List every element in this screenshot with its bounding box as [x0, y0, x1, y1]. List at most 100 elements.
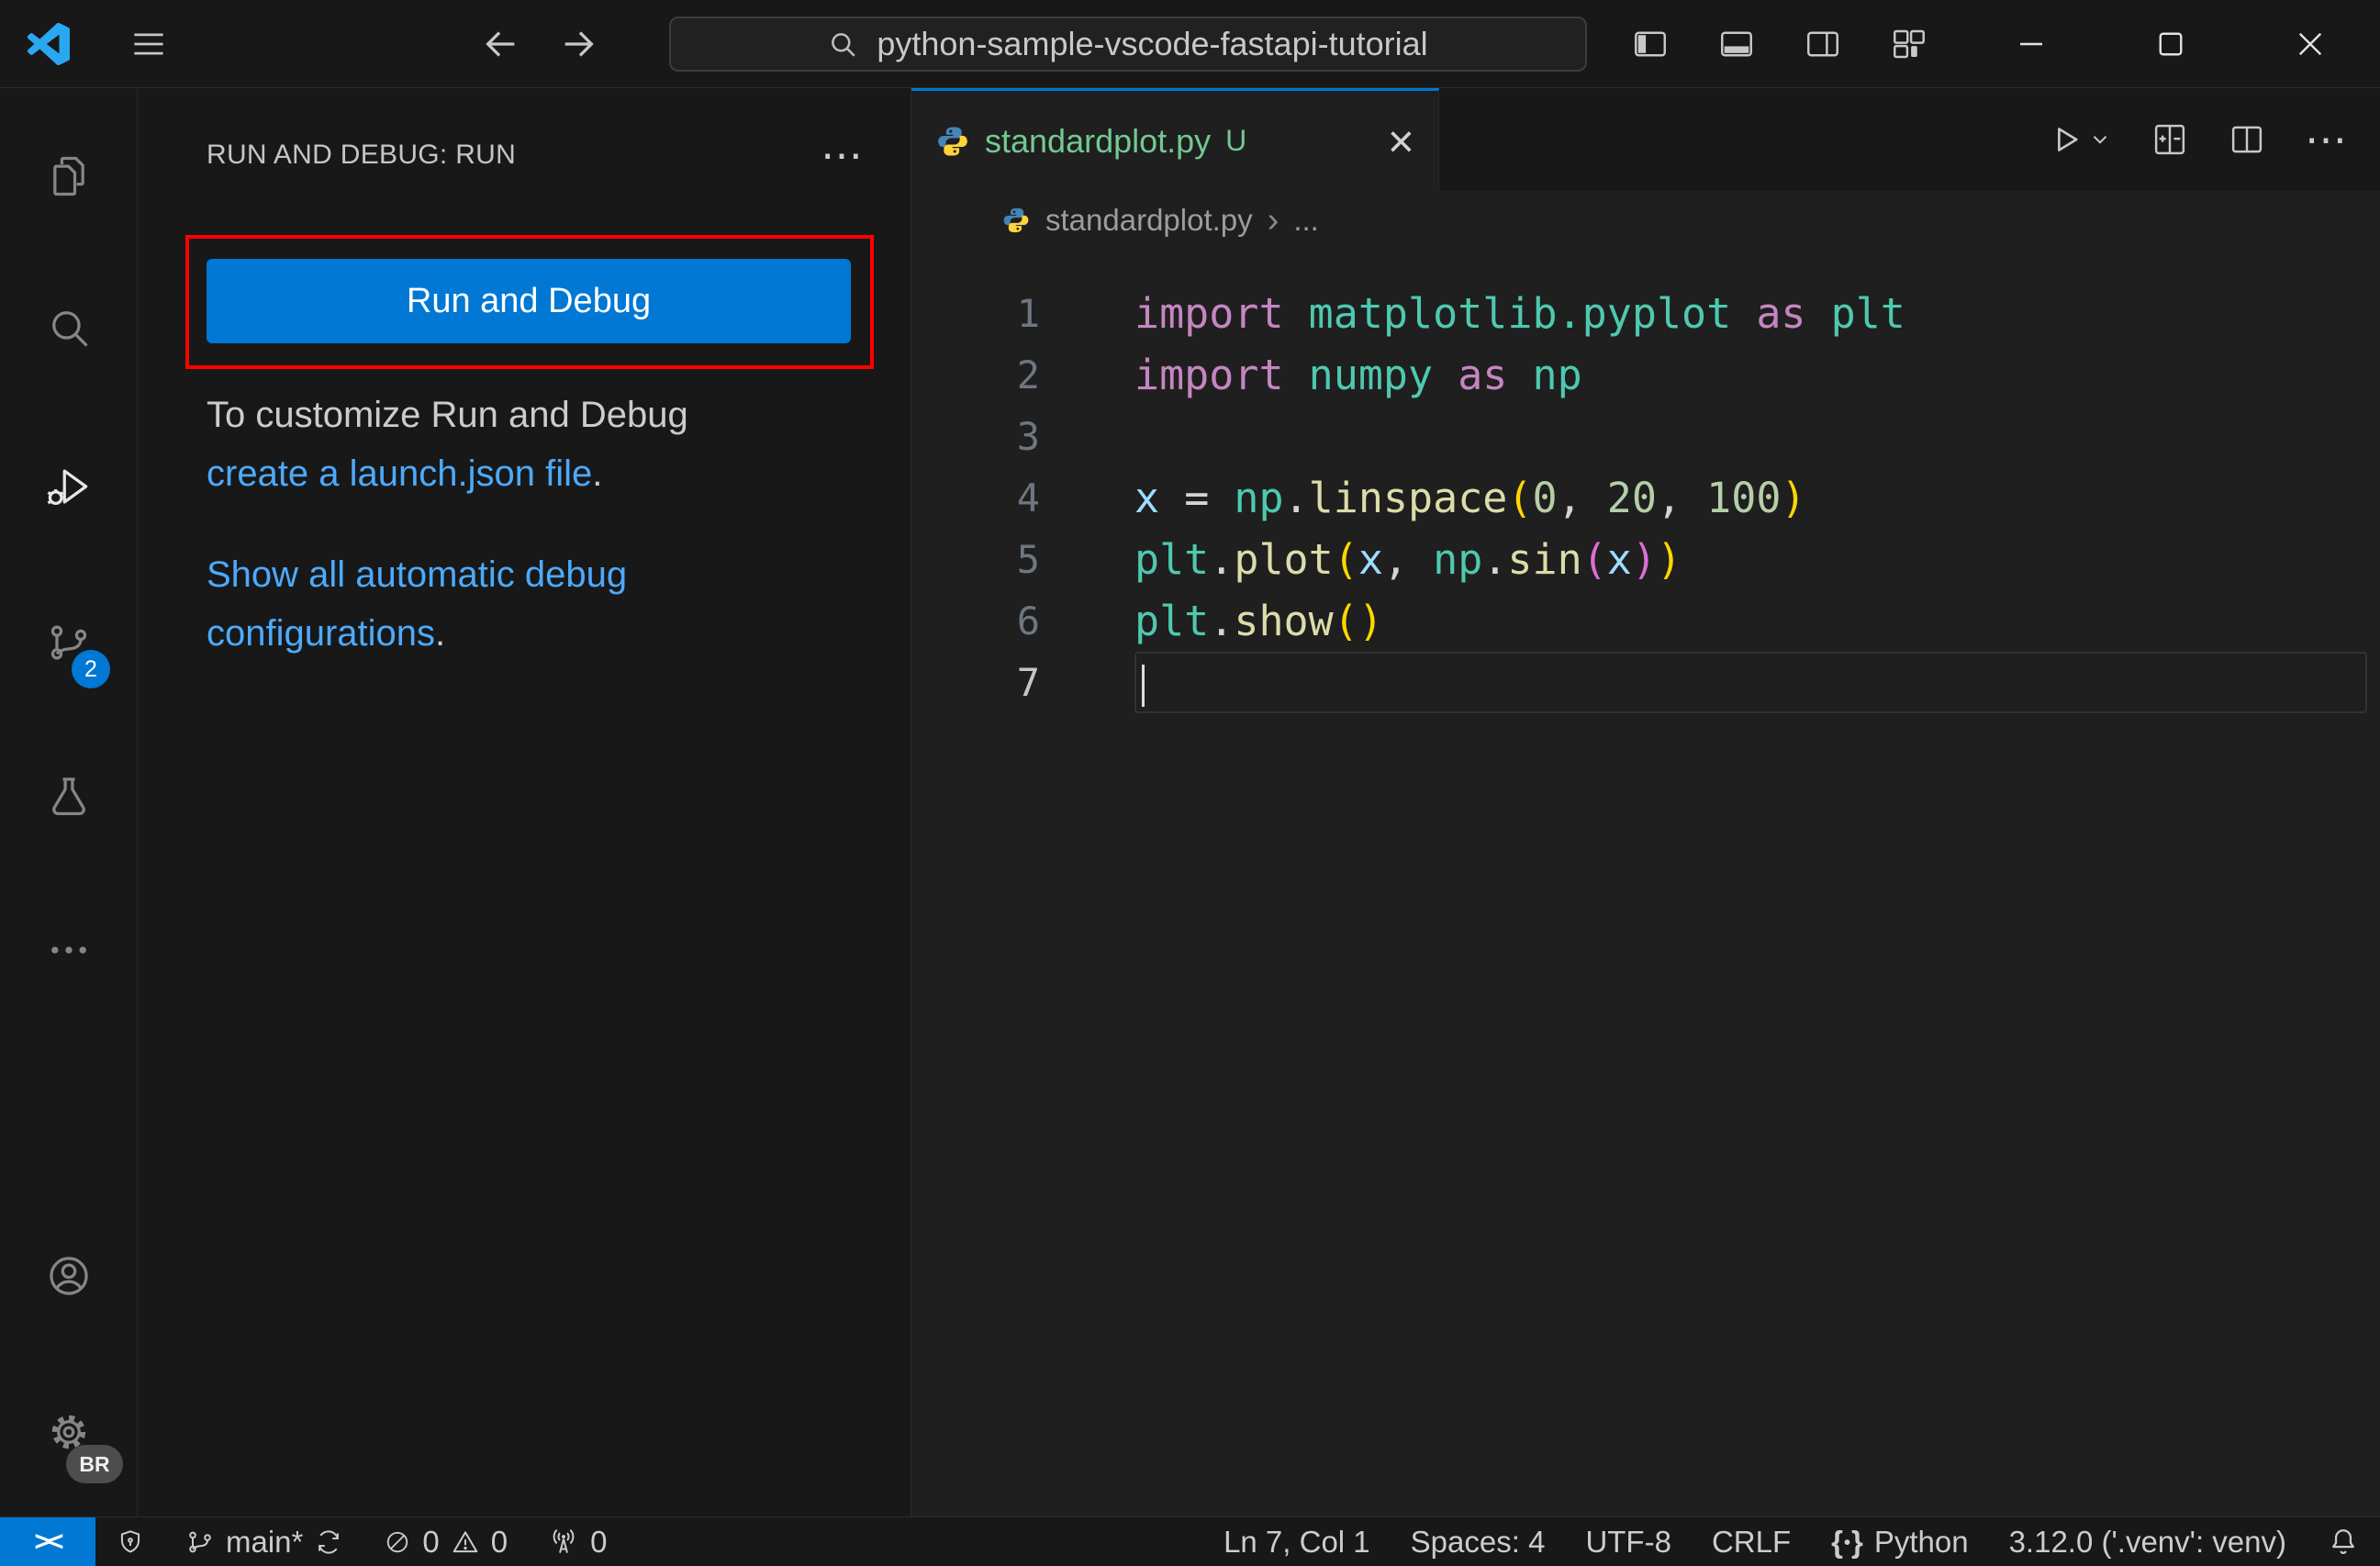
ports-button[interactable]: 0 [528, 1517, 627, 1566]
code-token: . [1209, 597, 1235, 645]
python-file-icon [935, 124, 970, 159]
notifications-bell-icon[interactable] [2307, 1517, 2380, 1566]
open-changes-icon[interactable] [2151, 120, 2189, 159]
search-icon [827, 28, 858, 60]
eol-button[interactable]: CRLF [1692, 1517, 1811, 1566]
toggle-secondary-sidebar-icon[interactable] [1804, 25, 1842, 63]
code-editor[interactable]: 1 import matplotlib.pyplot as plt 2 import … [911, 250, 2380, 1516]
code-token: np [1234, 474, 1284, 522]
testing-beaker-icon[interactable] [0, 749, 138, 845]
code-token: ( [1581, 535, 1607, 584]
code-line-6[interactable]: 6 plt.show() [911, 590, 2380, 652]
command-center-search[interactable]: python-sample-vscode-fastapi-tutorial [668, 16, 1587, 72]
code-line-3[interactable]: 3 [911, 406, 2380, 467]
account-icon[interactable] [0, 1228, 138, 1324]
code-line-2[interactable]: 2 import numpy as np [911, 344, 2380, 406]
code-token: ( [1333, 597, 1358, 645]
run-and-debug-icon[interactable] [0, 439, 138, 534]
code-text[interactable] [1134, 406, 2367, 467]
run-file-icon[interactable] [2046, 120, 2084, 159]
code-token: x [1134, 474, 1160, 522]
code-text[interactable]: import matplotlib.pyplot as plt [1134, 283, 2367, 344]
code-token: . [1482, 535, 1508, 584]
code-text[interactable]: import numpy as np [1134, 344, 2367, 406]
code-token: 100 [1706, 474, 1782, 522]
toggle-panel-icon[interactable] [1717, 25, 1756, 63]
code-line-1[interactable]: 1 import matplotlib.pyplot as plt [911, 283, 2380, 344]
workspace-trust-button[interactable] [95, 1517, 165, 1566]
close-tab-icon[interactable]: × [1388, 118, 1414, 164]
cursor-position-button[interactable]: Ln 7, Col 1 [1203, 1517, 1391, 1566]
more-actions-icon[interactable]: ⋯ [2305, 118, 2347, 161]
breadcrumb-symbol[interactable]: ... [1293, 203, 1319, 238]
close-window-button[interactable] [2240, 0, 2380, 88]
settings-gear-icon[interactable]: BR [0, 1384, 138, 1483]
customize-layout-icon[interactable] [1890, 25, 1928, 63]
language-status-button[interactable]: {•} Python [1811, 1517, 1988, 1566]
errors-icon [384, 1528, 411, 1556]
search-sidebar-icon[interactable] [0, 280, 138, 375]
show-all-configurations-link[interactable]: Show all automatic debug configurations [207, 554, 627, 654]
problems-button[interactable]: 0 0 [363, 1517, 528, 1566]
line-number[interactable]: 1 [911, 283, 1049, 344]
remote-indicator-button[interactable]: >< [0, 1517, 95, 1566]
line-number[interactable]: 2 [911, 344, 1049, 406]
code-token: np [1433, 535, 1483, 584]
explorer-icon[interactable] [0, 129, 138, 224]
back-arrow-icon[interactable] [479, 23, 521, 65]
code-token: x [1358, 535, 1383, 584]
line-number[interactable]: 3 [911, 406, 1049, 467]
run-dropdown-chevron-icon[interactable] [2088, 128, 2112, 151]
tab-bar: standardplot.py U × ⋯ [911, 88, 2380, 191]
code-token: linspace [1308, 474, 1508, 522]
editor-actions: ⋯ [2046, 88, 2380, 191]
code-text[interactable] [1134, 652, 2367, 713]
code-token: , [1656, 474, 1707, 522]
forward-arrow-icon[interactable] [558, 23, 600, 65]
indentation-button[interactable]: Spaces: 4 [1391, 1517, 1566, 1566]
run-and-debug-button[interactable]: Run and Debug [207, 259, 851, 343]
line-number[interactable]: 6 [911, 590, 1049, 652]
history-navigation [479, 23, 642, 65]
launch-json-link[interactable]: create a launch.json file [207, 453, 592, 494]
source-control-icon[interactable]: 2 [0, 595, 138, 690]
line-number[interactable]: 7 [911, 652, 1049, 713]
encoding-button[interactable]: UTF-8 [1565, 1517, 1692, 1566]
more-views-icon[interactable] [0, 902, 138, 998]
views-and-more-actions-icon[interactable]: ⋯ [821, 134, 863, 176]
code-token: plt [1134, 597, 1210, 645]
tab-label: standardplot.py [985, 121, 1212, 160]
split-editor-icon[interactable] [2228, 120, 2266, 159]
title-bar-left [0, 22, 642, 65]
show-all-period: . [435, 613, 446, 654]
code-line-7[interactable]: 7 [911, 652, 2380, 713]
main-area: 2 BR RUN AND DEBUG: RUN ⋯ Run and Debug … [0, 88, 2380, 1516]
code-line-5[interactable]: 5 plt.plot(x, np.sin(x)) [911, 529, 2380, 590]
breadcrumb-file[interactable]: standardplot.py [1045, 203, 1253, 238]
toggle-sidebar-icon[interactable] [1631, 25, 1670, 63]
line-number[interactable]: 5 [911, 529, 1049, 590]
code-text[interactable]: plt.show() [1134, 590, 2367, 652]
profile-badge: BR [66, 1445, 123, 1483]
menu-hamburger-icon[interactable] [128, 24, 169, 64]
maximize-button[interactable] [2101, 0, 2240, 88]
code-token: ) [1656, 535, 1682, 584]
source-control-badge: 2 [72, 650, 110, 688]
code-text[interactable]: x = np.linspace(0, 20, 100) [1134, 467, 2367, 529]
sidebar-header: RUN AND DEBUG: RUN ⋯ [207, 134, 863, 176]
ports-count: 0 [590, 1524, 608, 1559]
line-number[interactable]: 4 [911, 467, 1049, 529]
code-text[interactable]: plt.plot(x, np.sin(x)) [1134, 529, 2367, 590]
minimize-button[interactable] [1961, 0, 2101, 88]
vscode-logo-icon [28, 22, 70, 65]
code-token: import [1134, 351, 1284, 399]
code-token: = [1184, 474, 1210, 522]
git-branch-button[interactable]: main* [165, 1517, 363, 1566]
code-line-4[interactable]: 4 x = np.linspace(0, 20, 100) [911, 467, 2380, 529]
code-token: , [1382, 535, 1434, 584]
python-interpreter-button[interactable]: 3.12.0 ('.venv': venv) [1989, 1517, 2307, 1566]
code-token: import [1134, 289, 1284, 338]
tab-standardplot[interactable]: standardplot.py U × [911, 88, 1439, 191]
